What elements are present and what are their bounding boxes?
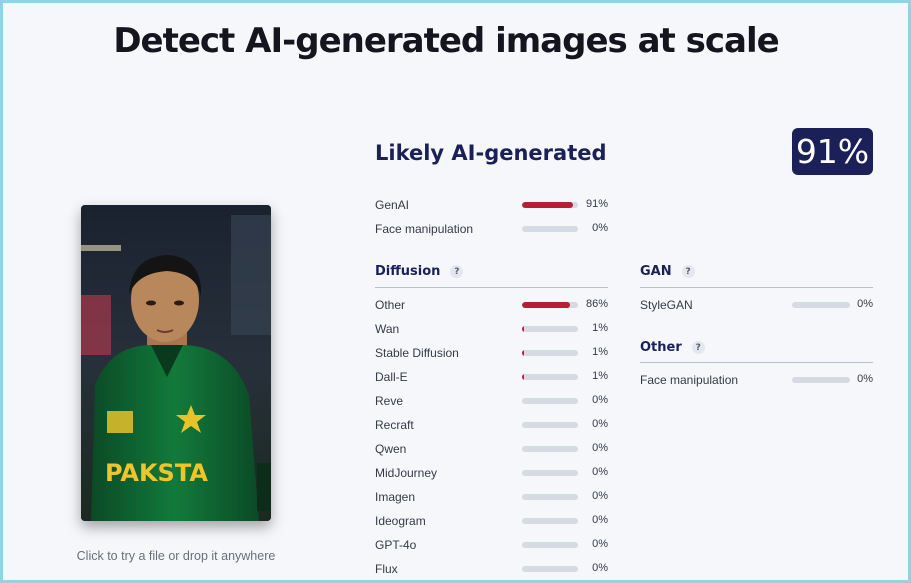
score-percent: 86% [585,298,608,310]
score-bar-track [522,542,578,548]
score-bar-track [522,226,578,232]
score-percent: 0% [857,373,873,385]
score-percent: 0% [592,562,608,574]
score-percent: 0% [592,394,608,406]
diffusion-title-text: Diffusion [375,264,441,279]
score-bar-track [522,398,578,404]
score-row: Imagen 0% [375,490,608,506]
score-bar-track [522,374,578,380]
score-bar-track [522,422,578,428]
score-bar-fill [522,374,524,380]
score-bar-track [522,202,578,208]
score-row: Qwen 0% [375,442,608,458]
score-label: Reve [375,394,404,408]
score-bar-fill [522,302,571,308]
score-label: Flux [375,562,398,576]
score-row: GenAI 91% [375,198,608,214]
score-bar-fill [522,202,573,208]
score-percent: 0% [592,442,608,454]
score-row: Flux 0% [375,562,608,578]
score-bar-fill [522,350,524,356]
score-row: Dall-E 1% [375,370,608,386]
score-row: Wan 1% [375,322,608,338]
page-frame: Detect AI-generated images at scale PAKS… [3,3,908,580]
score-bar-track [522,518,578,524]
other-title-text: Other [640,340,682,355]
diffusion-section-title: Diffusion ? [375,264,464,279]
score-row: Ideogram 0% [375,514,608,530]
score-percent: 0% [592,418,608,430]
score-row: Recraft 0% [375,418,608,434]
score-badge: 91% [792,128,873,175]
score-percent: 1% [592,346,608,358]
score-row: MidJourney 0% [375,466,608,482]
verdict-title: Likely AI-generated [375,141,607,165]
score-percent: 91% [585,198,608,210]
score-row: Face manipulation 0% [375,222,608,238]
diffusion-divider [375,287,608,288]
score-percent: 0% [592,222,608,234]
score-row: GPT-4o 0% [375,538,608,554]
score-label: Wan [375,322,400,336]
score-percent: 0% [592,490,608,502]
score-percent: 0% [857,298,873,310]
gan-divider [640,287,873,288]
score-percent: 0% [592,466,608,478]
other-section-title: Other ? [640,340,705,355]
score-label: Stable Diffusion [375,346,459,360]
athlete-photo-illustration: PAKSTA [81,205,271,521]
score-row: Other 86% [375,298,608,314]
score-label: MidJourney [375,466,438,480]
score-bar-track [792,377,850,383]
score-row: Face manipulation 0% [640,373,873,389]
help-icon[interactable]: ? [681,265,695,278]
score-label: Face manipulation [640,373,739,387]
score-bar-track [522,446,578,452]
score-percent: 0% [592,514,608,526]
score-bar-track [522,470,578,476]
score-label: Imagen [375,490,416,504]
score-row: StyleGAN 0% [640,298,873,314]
score-bar-track [522,494,578,500]
other-divider [640,362,873,363]
score-label: Ideogram [375,514,426,528]
help-icon[interactable]: ? [691,341,705,354]
score-percent: 0% [592,538,608,550]
score-bar-fill [522,326,524,332]
score-percent: 1% [592,370,608,382]
score-label: Face manipulation [375,222,474,236]
score-label: Recraft [375,418,414,432]
page-headline: Detect AI-generated images at scale [113,21,779,61]
gan-title-text: GAN [640,264,672,279]
score-bar-track [522,302,578,308]
jersey-text: PAKSTA [105,459,208,487]
score-bar-track [522,326,578,332]
score-label: StyleGAN [640,298,693,312]
score-bar-track [792,302,850,308]
uploaded-image[interactable]: PAKSTA [81,205,271,521]
score-row: Reve 0% [375,394,608,410]
score-label: Qwen [375,442,407,456]
gan-section-title: GAN ? [640,264,695,279]
score-label: GenAI [375,198,410,212]
score-label: Dall-E [375,370,408,384]
drop-hint[interactable]: Click to try a file or drop it anywhere [33,549,319,563]
score-bar-track [522,566,578,572]
score-row: Stable Diffusion 1% [375,346,608,362]
score-label: GPT-4o [375,538,417,552]
help-icon[interactable]: ? [450,265,464,278]
score-bar-track [522,350,578,356]
score-label: Other [375,298,406,312]
score-percent: 1% [592,322,608,334]
